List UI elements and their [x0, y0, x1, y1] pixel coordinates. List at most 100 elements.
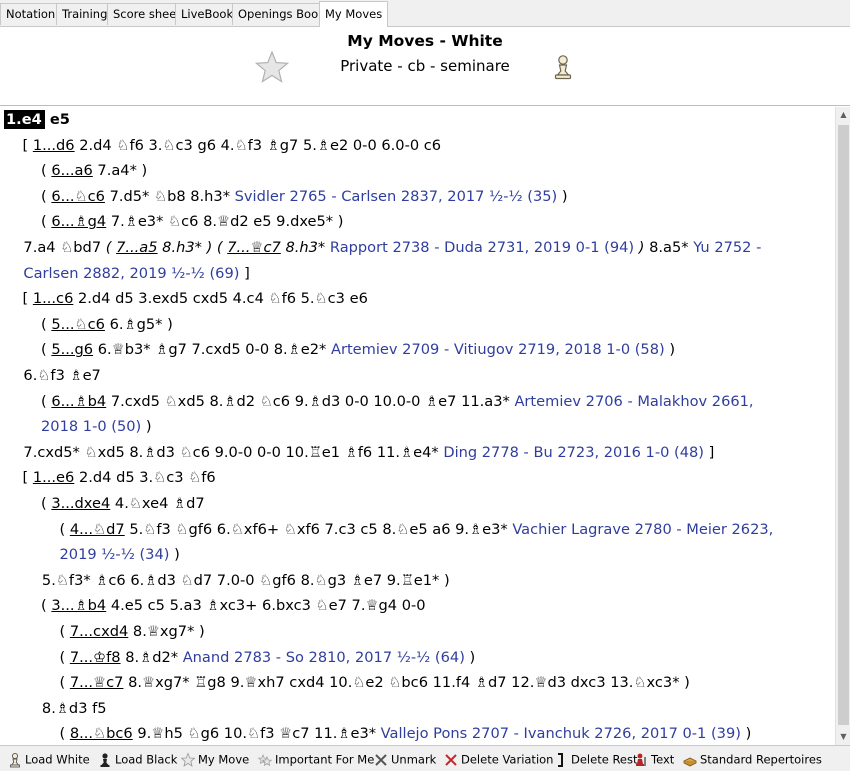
- move-text[interactable]: 6.♕b3* ♗g7 7.cxd5 0-0 8.♗e2*: [93, 341, 331, 358]
- move-text[interactable]: e5: [45, 111, 70, 128]
- variation-move[interactable]: 5...♘c6: [51, 316, 105, 333]
- move-text[interactable]: (: [60, 674, 70, 691]
- move-text[interactable]: 2.d4 ♘f6 3.♘c3 g6 4.♘f3 ♗g7 5.♗e2 0-0 6.…: [75, 137, 441, 154]
- vertical-scrollbar[interactable]: ▲ ▼: [835, 107, 850, 745]
- important-for-me-button[interactable]: Important For Me: [258, 750, 374, 768]
- star-icon[interactable]: [255, 50, 289, 84]
- move-tree[interactable]: 1.e4 e5 [ 1...d6 2.d4 ♘f6 3.♘c3 g6 4.♘f3 …: [0, 107, 835, 745]
- variation-move[interactable]: 8...♘bc6: [70, 725, 133, 742]
- game-reference[interactable]: 2019 ½-½ (34): [60, 546, 170, 563]
- variation-move[interactable]: 7...♕c7: [70, 674, 124, 691]
- variation-move[interactable]: 7...♕c7: [227, 239, 281, 256]
- load-white-button[interactable]: Load White: [8, 750, 90, 768]
- game-reference[interactable]: Vachier Lagrave 2780 - Meier 2623,: [512, 521, 773, 538]
- move-text[interactable]: (: [41, 393, 51, 410]
- move-text[interactable]: 7.a4* ): [93, 162, 147, 179]
- game-reference[interactable]: Vallejo Pons 2707 - Ivanchuk 2726, 2017 …: [381, 725, 741, 742]
- move-text[interactable]: ]: [704, 444, 715, 461]
- move-text[interactable]: 8.♕xg7* ): [128, 623, 205, 640]
- game-reference[interactable]: 2018 1-0 (50): [41, 418, 141, 435]
- move-text[interactable]: (: [41, 213, 51, 230]
- game-reference[interactable]: Yu 2752 -: [693, 239, 761, 256]
- move-text[interactable]: (: [60, 725, 70, 742]
- game-reference[interactable]: Artemiev 2709 - Vitiugov 2719, 2018 1-0 …: [331, 341, 665, 358]
- variation-move[interactable]: 1...d6: [33, 137, 75, 154]
- move-text[interactable]: (: [41, 188, 51, 205]
- game-reference[interactable]: Rapport 2738 - Duda 2731, 2019 0-1 (94): [325, 239, 634, 256]
- variation-move[interactable]: 6...♗g4: [51, 213, 106, 230]
- move-text[interactable]: ): [665, 341, 675, 358]
- scrollbar-thumb[interactable]: [838, 125, 849, 725]
- variation-move[interactable]: 5...g6: [51, 341, 93, 358]
- my-move-button[interactable]: My Move: [181, 750, 249, 768]
- variation-move[interactable]: 7...cxd4: [70, 623, 128, 640]
- move-text[interactable]: 5.♘f3 ♘gf6 6.♘xf6+ ♘xf6 7.c3 c5 8.♘e5 a6…: [125, 521, 513, 538]
- move-text[interactable]: (: [41, 597, 51, 614]
- tab-openings-book[interactable]: Openings Book: [232, 3, 331, 25]
- move-text[interactable]: 8.a5*: [649, 239, 693, 256]
- unmark-button[interactable]: Unmark: [374, 750, 436, 768]
- move-text[interactable]: (: [60, 623, 70, 640]
- variation-move[interactable]: 4...♘d7: [70, 521, 125, 538]
- move-text[interactable]: (: [106, 239, 116, 256]
- delete-rest-button[interactable]: Delete Rest: [554, 750, 638, 768]
- move-text[interactable]: 2.d4 d5 3.exd5 cxd5 4.c4 ♘f6 5.♘c3 e6: [73, 290, 368, 307]
- game-reference[interactable]: Svidler 2765 - Carlsen 2837, 2017 ½-½ (3…: [235, 188, 558, 205]
- move-text[interactable]: 5.♘f3* ♗c6 6.♗d3 ♘d7 7.0-0 ♘gf6 8.♘g3 ♗e…: [42, 572, 450, 589]
- tab-notation[interactable]: Notation: [0, 3, 62, 25]
- move-text[interactable]: 2.d4 d5 3.♘c3 ♘f6: [74, 469, 216, 486]
- move-text[interactable]: (: [60, 649, 70, 666]
- variation-move[interactable]: 3...dxe4: [51, 495, 110, 512]
- tab-livebook[interactable]: LiveBook: [175, 3, 240, 25]
- load-black-button[interactable]: Load Black: [98, 750, 177, 768]
- move-text[interactable]: ): [141, 418, 152, 435]
- move-text[interactable]: 8.h3* ) (: [158, 239, 228, 256]
- move-text[interactable]: ): [557, 188, 568, 205]
- move-text[interactable]: 8.♕xg7* ♖g8 9.♕xh7 cxd4 10.♘e2 ♘bc6 11.f…: [123, 674, 690, 691]
- move-text[interactable]: (: [41, 316, 51, 333]
- move-text[interactable]: 7.cxd5 ♘xd5 8.♗d2 ♘c6 9.♗d3 0-0 10.0-0 ♗…: [106, 393, 514, 410]
- move-text[interactable]: 7.a4 ♘bd7: [23, 239, 105, 256]
- variation-move[interactable]: 6...♗b4: [51, 393, 106, 410]
- move-text[interactable]: [: [23, 290, 33, 307]
- variation-move[interactable]: 1...c6: [33, 290, 74, 307]
- variation-move[interactable]: 7...♔f8: [70, 649, 121, 666]
- scroll-down-arrow-icon[interactable]: ▼: [836, 729, 850, 745]
- variation-move[interactable]: 1...e6: [33, 469, 74, 486]
- move-text[interactable]: 7.cxd5* ♘xd5 8.♗d3 ♘c6 9.0-0 0-0 10.♖e1 …: [23, 444, 443, 461]
- move-text[interactable]: [: [23, 137, 33, 154]
- move-text[interactable]: ): [169, 546, 180, 563]
- game-reference[interactable]: Artemiev 2706 - Malakhov 2661,: [514, 393, 753, 410]
- standard-repertoires-button[interactable]: Standard Repertoires: [683, 750, 822, 768]
- game-reference[interactable]: Anand 2783 - So 2810, 2017 ½-½ (64): [183, 649, 465, 666]
- move-text[interactable]: ): [465, 649, 476, 666]
- move-text[interactable]: ): [634, 239, 649, 256]
- scroll-up-arrow-icon[interactable]: ▲: [836, 107, 850, 123]
- move-text[interactable]: (: [41, 341, 51, 358]
- text-button[interactable]: Text: [634, 750, 674, 768]
- move-text[interactable]: 7.♗e3* ♘c6 8.♕d2 e5 9.dxe5* ): [106, 213, 344, 230]
- variation-move[interactable]: 6...a6: [51, 162, 92, 179]
- delete-variation-button[interactable]: Delete Variation: [444, 750, 553, 768]
- variation-move[interactable]: 7...a5: [116, 239, 157, 256]
- move-text[interactable]: 6.♗g5* ): [105, 316, 173, 333]
- move-text[interactable]: 8.h3*: [281, 239, 325, 256]
- move-text[interactable]: 8.♗d3 f5: [42, 700, 107, 717]
- move-text[interactable]: 4.e5 c5 5.a3 ♗xc3+ 6.bxc3 ♘e7 7.♕g4 0-0: [106, 597, 426, 614]
- move-text[interactable]: (: [41, 495, 51, 512]
- move-text[interactable]: 9.♕h5 ♘g6 10.♘f3 ♕c7 11.♗e3*: [133, 725, 381, 742]
- move-text[interactable]: 7.d5* ♘b8 8.h3*: [105, 188, 235, 205]
- move-text[interactable]: 4.♘xe4 ♗d7: [110, 495, 205, 512]
- move-text[interactable]: (: [60, 521, 70, 538]
- move-text[interactable]: ): [741, 725, 752, 742]
- variation-move[interactable]: 6...♘c6: [51, 188, 105, 205]
- tab-training[interactable]: Training: [56, 3, 114, 25]
- move-text[interactable]: ]: [239, 265, 250, 282]
- game-reference[interactable]: Carlsen 2882, 2019 ½-½ (69): [23, 265, 239, 282]
- move-text[interactable]: [: [23, 469, 33, 486]
- variation-move[interactable]: 1.e4: [4, 110, 45, 129]
- game-reference[interactable]: Ding 2778 - Bu 2723, 2016 1-0 (48): [443, 444, 704, 461]
- variation-move[interactable]: 3...♗b4: [51, 597, 106, 614]
- tab-my-moves[interactable]: My Moves: [319, 1, 389, 27]
- move-text[interactable]: 6.♘f3 ♗e7: [23, 367, 100, 384]
